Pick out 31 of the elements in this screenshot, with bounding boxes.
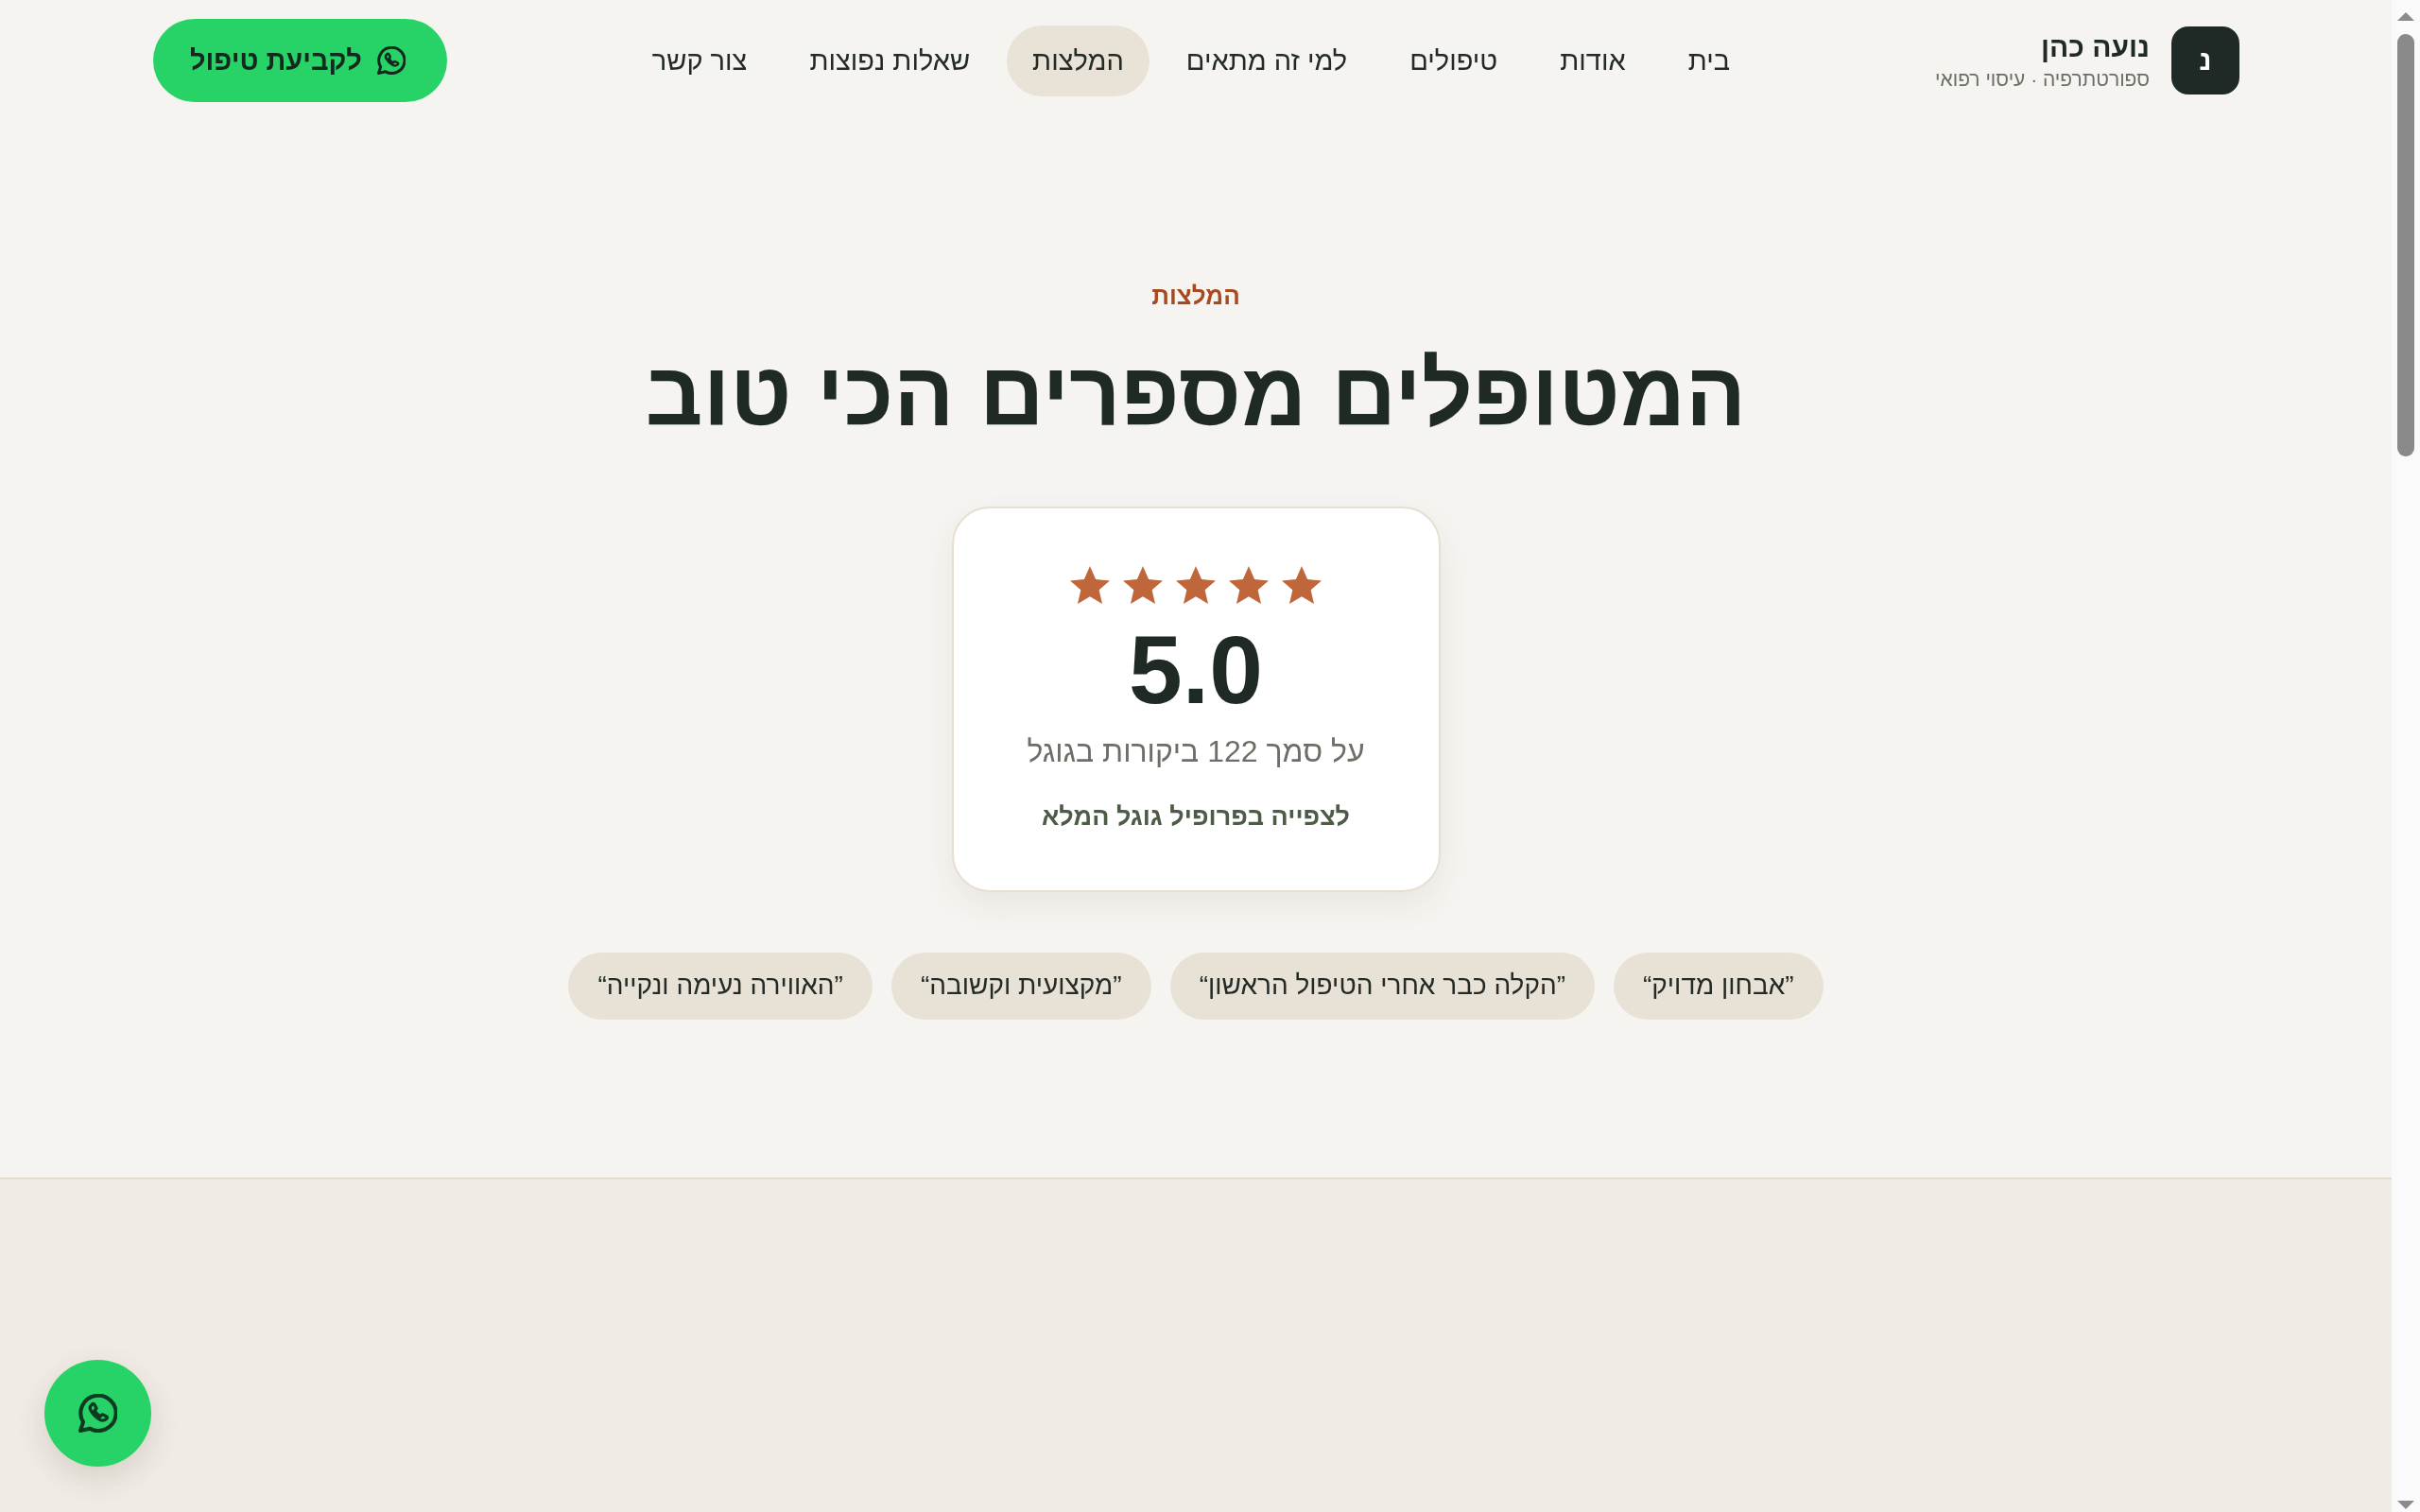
scrollbar[interactable] [2392,0,2420,1512]
quote-chip: ”אבחון מדויק“ [1614,952,1824,1020]
chat-phone-icon [78,1394,117,1433]
quote-chip: ”מקצועית וקשובה“ [890,952,1151,1020]
brand-name: נועה כהן [2039,29,2150,64]
down-arrow-icon[interactable] [2397,1501,2414,1509]
section-eyebrow: המלצות [1151,281,1240,312]
up-arrow-icon[interactable] [2397,12,2414,21]
nav-link[interactable]: טיפולים [1384,25,1524,96]
nav-link[interactable]: שאלות נפוצות [784,25,996,96]
nav-link[interactable]: המלצות [1007,25,1150,96]
quote-chip: ”האווירה נעימה ונקייה“ [568,952,873,1020]
rating-score: 5.0 [1129,622,1263,718]
chat-phone-icon [376,46,406,75]
scrollbar-thumb[interactable] [2397,34,2414,456]
nav-link[interactable]: למי זה מתאים [1160,25,1374,96]
cta-button[interactable]: לקביעת טיפול [153,19,447,102]
nav-link[interactable]: צור קשר [626,25,773,96]
star-icon [1070,566,1110,604]
quote-chip: ”הקלה כבר אחרי הטיפול הראשון“ [1169,952,1595,1020]
nav-link[interactable]: בית [1662,25,1755,96]
nav-link[interactable]: אודות [1534,25,1651,96]
rating-caption: על סמך 122 ביקורות בגוגל [1027,733,1365,770]
star-icon [1123,566,1163,604]
star-icon [1176,566,1216,604]
star-icon [1229,566,1269,604]
section-title: המטופלים מספרים הכי טוב [645,343,1747,446]
star-icon [1282,566,1322,604]
logo: נ [2171,26,2239,94]
brand-tagline: ספורטתרפיה · עיסוי רפואי [1935,66,2150,92]
google-profile-link[interactable]: לצפייה בפרופיל גוגל המלא [1041,799,1351,833]
